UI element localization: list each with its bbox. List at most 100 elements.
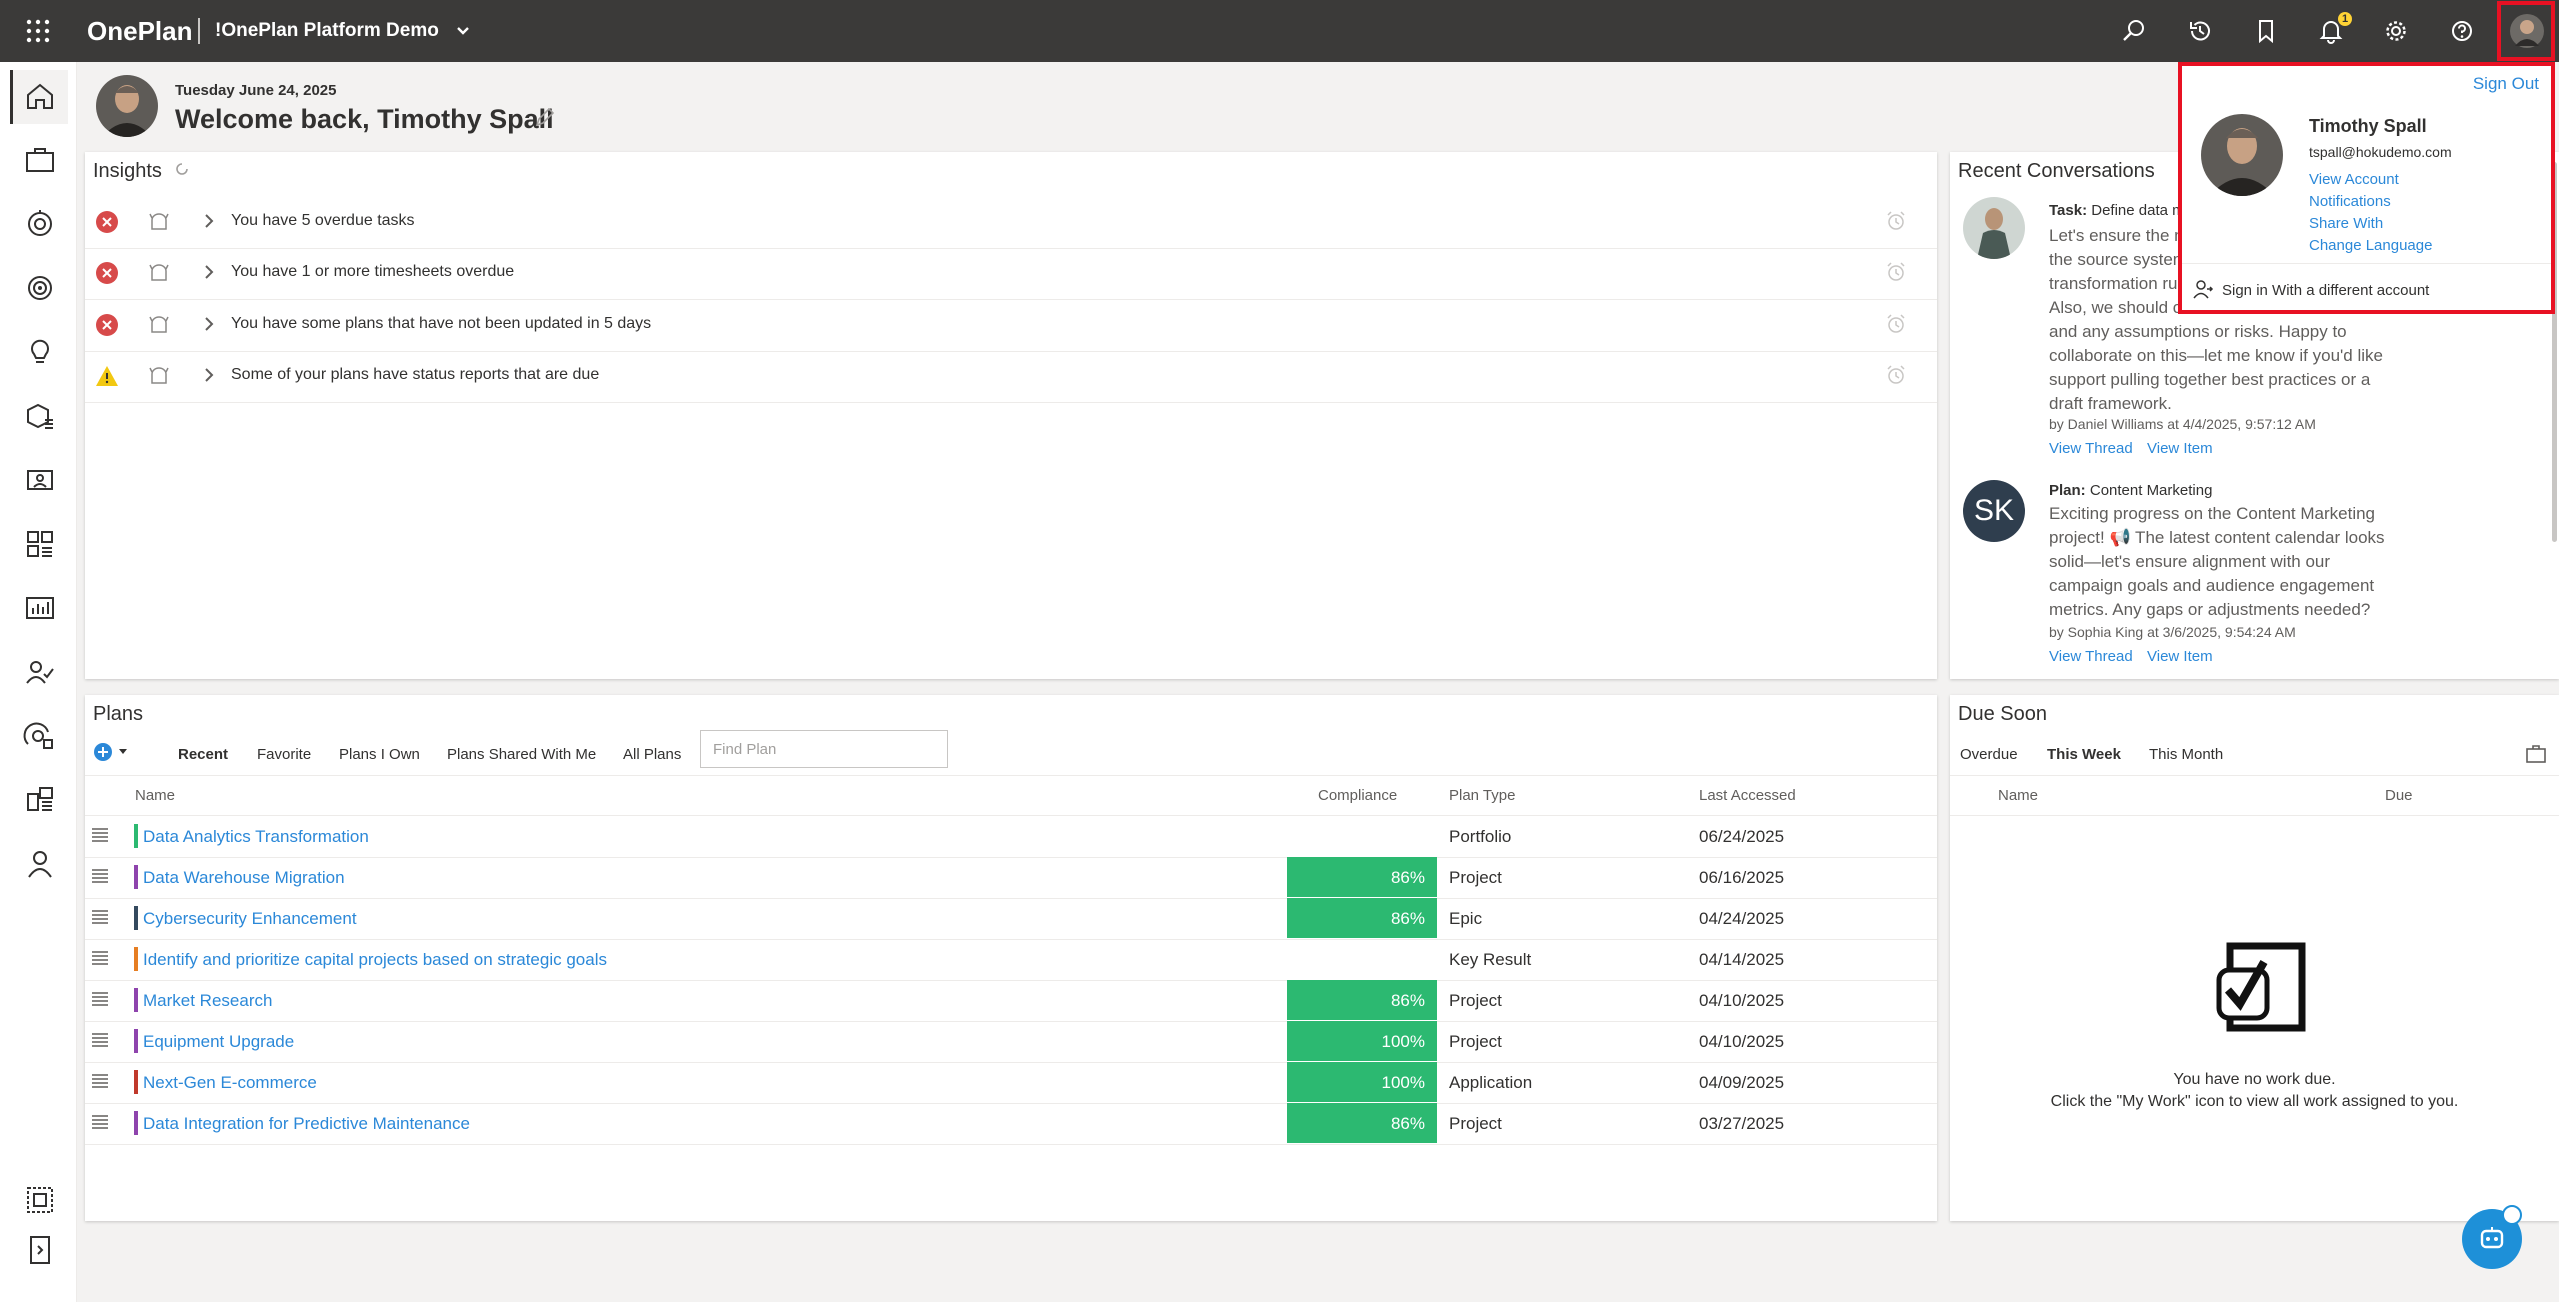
view-thread-link[interactable]: View Thread <box>2049 648 2133 665</box>
layout-icon[interactable] <box>22 1182 58 1218</box>
plan-name-link[interactable]: Next-Gen E-commerce <box>143 1073 317 1093</box>
person-icon[interactable] <box>22 846 58 882</box>
drag-handle-icon[interactable] <box>91 949 109 967</box>
history-icon[interactable] <box>2187 18 2213 44</box>
change-language-link[interactable]: Change Language <box>2309 237 2432 254</box>
idea-icon[interactable] <box>22 334 58 370</box>
briefcase-icon[interactable] <box>22 142 58 178</box>
assistant-button[interactable] <box>2462 1205 2522 1269</box>
table-row[interactable]: Data Integration for Predictive Maintena… <box>85 1103 1937 1145</box>
warning-icon <box>95 364 119 388</box>
power-icon[interactable] <box>2502 1205 2522 1225</box>
view-account-link[interactable]: View Account <box>2309 171 2399 188</box>
plan-name-link[interactable]: Data Integration for Predictive Maintena… <box>143 1114 470 1134</box>
home-icon[interactable] <box>22 78 58 114</box>
resources-icon[interactable] <box>22 398 58 434</box>
view-item-link[interactable]: View Item <box>2147 440 2213 457</box>
notifications-link[interactable]: Notifications <box>2309 193 2391 210</box>
drag-handle-icon[interactable] <box>91 1031 109 1049</box>
tab-recent[interactable]: Recent <box>178 746 228 763</box>
plan-name-link[interactable]: Market Research <box>143 991 272 1011</box>
tab-plans-i-own[interactable]: Plans I Own <box>339 746 420 763</box>
find-plan-input[interactable]: Find Plan <box>700 730 948 768</box>
bookmark-icon[interactable] <box>2253 18 2279 44</box>
drag-handle-icon[interactable] <box>91 867 109 885</box>
column-header-name[interactable]: Name <box>135 787 175 804</box>
gear-icon[interactable] <box>2383 18 2409 44</box>
chevron-right-icon[interactable] <box>199 211 219 231</box>
column-header-due[interactable]: Due <box>2385 787 2413 804</box>
divider <box>1950 775 2559 776</box>
compliance-cell: 100% <box>1287 1021 1437 1061</box>
timesheet-icon[interactable] <box>22 206 58 242</box>
strategy-icon[interactable] <box>22 718 58 754</box>
bot-icon <box>147 313 171 337</box>
insight-row[interactable]: You have 5 overdue tasks <box>85 197 1937 249</box>
plan-color-bar <box>134 906 138 930</box>
team-icon[interactable] <box>22 654 58 690</box>
target-icon[interactable] <box>22 270 58 306</box>
insight-row[interactable]: You have some plans that have not been u… <box>85 300 1937 352</box>
plan-name-link[interactable]: Data Analytics Transformation <box>143 827 369 847</box>
insight-row[interactable]: Some of your plans have status reports t… <box>85 351 1937 403</box>
app-launcher-icon[interactable] <box>26 19 50 43</box>
reports-icon[interactable] <box>22 590 58 626</box>
workspace-selector[interactable]: !OnePlan Platform Demo <box>215 20 470 42</box>
view-thread-link[interactable]: View Thread <box>2049 440 2133 457</box>
plan-name-link[interactable]: Data Warehouse Migration <box>143 868 345 888</box>
expand-icon[interactable] <box>22 1232 58 1268</box>
briefcase-icon[interactable] <box>2525 744 2547 769</box>
view-item-link[interactable]: View Item <box>2147 648 2213 665</box>
welcome-title: Welcome back, Timothy Spall <box>175 104 554 134</box>
insight-row[interactable]: You have 1 or more timesheets overdue <box>85 248 1937 300</box>
contacts-icon[interactable] <box>22 462 58 498</box>
share-with-link[interactable]: Share With <box>2309 215 2383 232</box>
sign-in-different-account[interactable]: Sign in With a different account <box>2222 282 2429 299</box>
table-row[interactable]: Market Research 86% Project 04/10/2025 <box>85 980 1937 1022</box>
plan-name-link[interactable]: Identify and prioritize capital projects… <box>143 950 607 970</box>
drag-handle-icon[interactable] <box>91 908 109 926</box>
chevron-right-icon[interactable] <box>199 365 219 385</box>
drag-handle-icon[interactable] <box>91 990 109 1008</box>
insight-text: You have some plans that have not been u… <box>231 315 652 332</box>
edit-icon[interactable] <box>534 106 556 128</box>
column-header-last-accessed[interactable]: Last Accessed <box>1699 787 1796 804</box>
column-header-plan-type[interactable]: Plan Type <box>1449 787 1515 804</box>
tab-all-plans[interactable]: All Plans <box>623 746 681 763</box>
plan-name-link[interactable]: Equipment Upgrade <box>143 1032 294 1052</box>
sign-out-link[interactable]: Sign Out <box>2473 74 2539 94</box>
plan-type-cell: Project <box>1449 991 1502 1010</box>
column-header-compliance[interactable]: Compliance <box>1318 787 1397 804</box>
search-icon[interactable] <box>2121 18 2147 44</box>
tab-plans-shared[interactable]: Plans Shared With Me <box>447 746 596 763</box>
snooze-icon[interactable] <box>1885 261 1907 283</box>
brand-name[interactable]: OnePlan <box>87 16 192 47</box>
plan-type-cell: Project <box>1449 1032 1502 1051</box>
add-plan-button[interactable] <box>93 742 133 767</box>
drag-handle-icon[interactable] <box>91 1113 109 1131</box>
table-row[interactable]: Data Analytics Transformation Portfolio 06… <box>85 816 1937 858</box>
chevron-right-icon[interactable] <box>199 262 219 282</box>
account-button[interactable] <box>2497 1 2555 61</box>
tab-this-month[interactable]: This Month <box>2149 746 2223 763</box>
tab-favorite[interactable]: Favorite <box>257 746 311 763</box>
snooze-icon[interactable] <box>1885 364 1907 386</box>
drag-handle-icon[interactable] <box>91 826 109 844</box>
chevron-right-icon[interactable] <box>199 314 219 334</box>
tab-overdue[interactable]: Overdue <box>1960 746 2018 763</box>
help-icon[interactable] <box>2449 18 2475 44</box>
snooze-icon[interactable] <box>1885 210 1907 232</box>
snooze-icon[interactable] <box>1885 313 1907 335</box>
table-row[interactable]: Identify and prioritize capital projects… <box>85 939 1937 981</box>
table-row[interactable]: Cybersecurity Enhancement 86% Epic 04/24/20… <box>85 898 1937 940</box>
dashboard-icon[interactable] <box>22 526 58 562</box>
portfolio-icon[interactable] <box>22 782 58 818</box>
refresh-icon[interactable] <box>174 160 190 183</box>
drag-handle-icon[interactable] <box>91 1072 109 1090</box>
tab-this-week[interactable]: This Week <box>2047 746 2121 763</box>
column-header-name[interactable]: Name <box>1998 787 2038 804</box>
table-row[interactable]: Equipment Upgrade 100% Project 04/10/2025 <box>85 1021 1937 1063</box>
table-row[interactable]: Data Warehouse Migration 86% Project 06/16/… <box>85 857 1937 899</box>
table-row[interactable]: Next-Gen E-commerce 100% Application 04/09/… <box>85 1062 1937 1104</box>
plan-name-link[interactable]: Cybersecurity Enhancement <box>143 909 357 929</box>
